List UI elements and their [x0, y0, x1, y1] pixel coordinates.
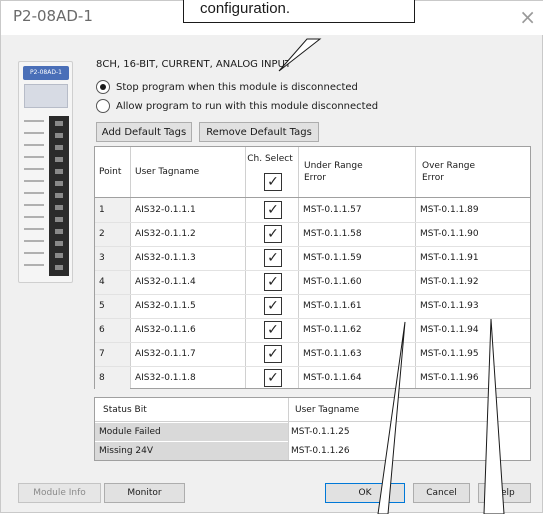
row-point: 4 [95, 270, 130, 294]
row-over-range-tag[interactable]: MST-0.1.1.90 [420, 222, 479, 246]
row-over-range-tag[interactable]: MST-0.1.1.91 [420, 246, 479, 270]
status-bit-tag[interactable]: MST-0.1.1.26 [289, 442, 530, 460]
status-bit-name: Module Failed [95, 423, 288, 441]
row-under-range-tag[interactable]: MST-0.1.1.64 [303, 366, 362, 390]
row-under-range-tag[interactable]: MST-0.1.1.59 [303, 246, 362, 270]
row-under-range-tag[interactable]: MST-0.1.1.58 [303, 222, 362, 246]
row-point: 2 [95, 222, 130, 246]
module-image-label: P2-08AD-1 [23, 66, 69, 80]
row-divider [95, 270, 530, 271]
header-status-bit: Status Bit [103, 404, 147, 415]
row-under-range-tag[interactable]: MST-0.1.1.63 [303, 342, 362, 366]
channel-select-checkbox[interactable]: ✓ [264, 297, 282, 315]
module-image: P2-08AD-1 [18, 61, 73, 283]
row-user-tagname[interactable]: AIS32-0.1.1.8 [135, 366, 196, 390]
header-under-range-error: Under Range Error [304, 161, 363, 183]
row-over-range-tag[interactable]: MST-0.1.1.93 [420, 294, 479, 318]
module-description: 8CH, 16-BIT, CURRENT, ANALOG INPUT [96, 59, 291, 70]
allow-program-option[interactable]: Allow program to run with this module di… [96, 98, 378, 114]
add-default-tags-button[interactable]: Add Default Tags [96, 122, 192, 142]
ok-button[interactable]: OK [325, 483, 405, 503]
status-bit-table: Status Bit User Tagname Module Failed MS… [94, 397, 531, 461]
help-button[interactable]: Help [478, 483, 531, 503]
monitor-button[interactable]: Monitor [104, 483, 185, 503]
row-under-range-tag[interactable]: MST-0.1.1.60 [303, 270, 362, 294]
stop-program-label: Stop program when this module is disconn… [116, 81, 358, 93]
allow-program-label: Allow program to run with this module di… [116, 100, 379, 112]
row-user-tagname[interactable]: AIS32-0.1.1.1 [135, 198, 196, 222]
module-config-dialog: P2-08AD-1 × configuration. P2-08AD-1 8CH… [0, 0, 543, 514]
module-info-button[interactable]: Module Info [18, 483, 101, 503]
channel-select-checkbox[interactable]: ✓ [264, 249, 282, 267]
row-under-range-tag[interactable]: MST-0.1.1.62 [303, 318, 362, 342]
close-icon[interactable]: × [519, 5, 536, 29]
header-status-user-tagname: User Tagname [295, 404, 360, 415]
row-divider [95, 366, 530, 367]
row-user-tagname[interactable]: AIS32-0.1.1.5 [135, 294, 196, 318]
row-point: 5 [95, 294, 130, 318]
terminal-block-graphic [49, 116, 69, 276]
channel-grid: Point User Tagname Ch. Select ✓ Under Ra… [94, 146, 531, 390]
row-divider [95, 246, 530, 247]
stop-program-option[interactable]: Stop program when this module is disconn… [96, 79, 358, 95]
row-user-tagname[interactable]: AIS32-0.1.1.3 [135, 246, 196, 270]
row-divider [95, 222, 530, 223]
row-over-range-tag[interactable]: MST-0.1.1.92 [420, 270, 479, 294]
header-over-range-error: Over Range Error [422, 161, 476, 183]
channel-select-checkbox[interactable]: ✓ [264, 201, 282, 219]
row-user-tagname[interactable]: AIS32-0.1.1.7 [135, 342, 196, 366]
row-divider [95, 342, 530, 343]
window-title: P2-08AD-1 [13, 7, 93, 25]
row-divider [95, 318, 530, 319]
row-point: 8 [95, 366, 130, 390]
row-under-range-tag[interactable]: MST-0.1.1.61 [303, 294, 362, 318]
row-under-range-tag[interactable]: MST-0.1.1.57 [303, 198, 362, 222]
row-point: 6 [95, 318, 130, 342]
row-over-range-tag[interactable]: MST-0.1.1.95 [420, 342, 479, 366]
row-over-range-tag[interactable]: MST-0.1.1.96 [420, 366, 479, 390]
row-point: 1 [95, 198, 130, 222]
status-bit-name: Missing 24V [95, 442, 288, 460]
channel-select-checkbox[interactable]: ✓ [264, 321, 282, 339]
header-point: Point [99, 167, 122, 177]
remove-default-tags-button[interactable]: Remove Default Tags [199, 122, 319, 142]
row-over-range-tag[interactable]: MST-0.1.1.94 [420, 318, 479, 342]
status-bit-tag[interactable]: MST-0.1.1.25 [289, 423, 530, 441]
select-all-checkbox[interactable]: ✓ [264, 173, 282, 191]
status-header-row: Status Bit User Tagname [95, 398, 530, 422]
channel-select-checkbox[interactable]: ✓ [264, 345, 282, 363]
row-user-tagname[interactable]: AIS32-0.1.1.2 [135, 222, 196, 246]
callout-annotation: configuration. [183, 0, 415, 23]
row-over-range-tag[interactable]: MST-0.1.1.89 [420, 198, 479, 222]
cancel-button[interactable]: Cancel [413, 483, 470, 503]
row-divider [95, 294, 530, 295]
row-point: 7 [95, 342, 130, 366]
row-point: 3 [95, 246, 130, 270]
channel-select-checkbox[interactable]: ✓ [264, 225, 282, 243]
channel-select-checkbox[interactable]: ✓ [264, 273, 282, 291]
stop-program-radio[interactable] [96, 80, 110, 94]
channel-select-checkbox[interactable]: ✓ [264, 369, 282, 387]
status-row-module-failed: Module Failed MST-0.1.1.25 [95, 423, 530, 442]
row-user-tagname[interactable]: AIS32-0.1.1.6 [135, 318, 196, 342]
allow-program-radio[interactable] [96, 99, 110, 113]
row-user-tagname[interactable]: AIS32-0.1.1.4 [135, 270, 196, 294]
header-ch-select: Ch. Select [247, 154, 293, 164]
module-screen-graphic [24, 84, 68, 108]
header-user-tagname: User Tagname [135, 167, 200, 177]
status-row-missing-24v: Missing 24V MST-0.1.1.26 [95, 442, 530, 460]
